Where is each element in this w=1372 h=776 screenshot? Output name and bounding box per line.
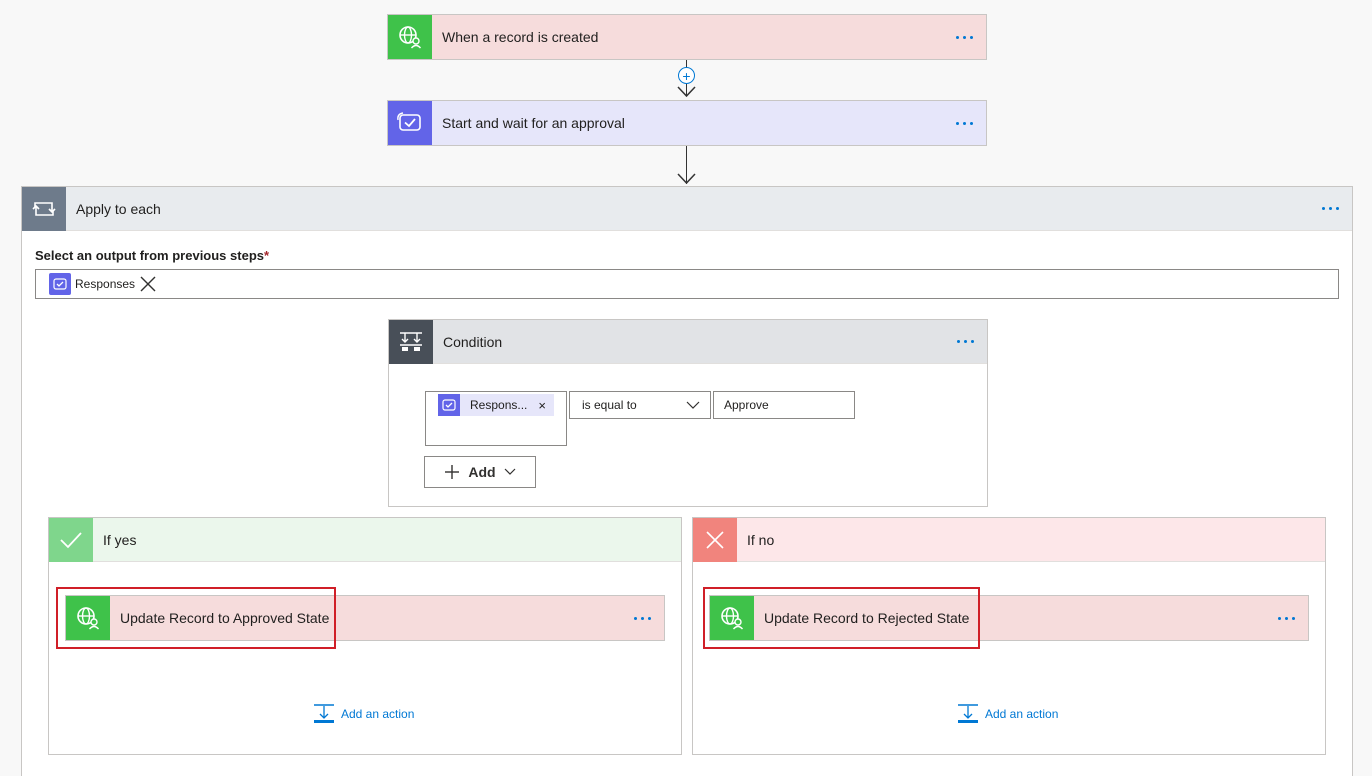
apply-to-each-header[interactable]: Apply to each <box>22 186 1352 231</box>
trigger-more-icon[interactable] <box>942 15 986 59</box>
approval-title: Start and wait for an approval <box>442 115 625 131</box>
approval-icon <box>388 101 432 145</box>
rejected-action-more-icon[interactable] <box>1264 596 1308 640</box>
if-no-branch: If no Update Record to Rejected State Ad… <box>692 517 1326 755</box>
condition-left-operand[interactable]: Respons... × <box>425 391 567 446</box>
approval-icon <box>438 394 460 416</box>
select-output-field[interactable]: Responses <box>35 269 1339 299</box>
condition-value-text: Approve <box>724 398 769 412</box>
condition-card: Condition Respons... × is equal to Appro… <box>388 319 988 507</box>
apply-to-each-container: Apply to each Select an output from prev… <box>21 186 1353 776</box>
if-yes-title: If yes <box>103 531 137 548</box>
if-no-add-action-link[interactable]: Add an action <box>957 704 1058 724</box>
if-yes-add-action-link[interactable]: Add an action <box>313 704 414 724</box>
add-action-icon <box>958 704 978 723</box>
condition-operator-dropdown[interactable]: is equal to <box>569 391 711 419</box>
remove-token-icon[interactable] <box>139 275 157 293</box>
approval-icon <box>49 273 71 295</box>
if-no-title: If no <box>747 531 775 548</box>
condition-operator-value: is equal to <box>582 398 637 412</box>
responses-token[interactable]: Responses <box>49 272 158 296</box>
arrow-down-icon <box>677 86 696 98</box>
loop-icon <box>22 186 66 231</box>
trigger-card[interactable]: When a record is created <box>387 14 987 60</box>
chevron-down-icon <box>504 468 516 475</box>
condition-more-icon[interactable] <box>943 320 987 364</box>
apply-to-each-title: Apply to each <box>76 200 161 217</box>
globe-person-icon <box>388 15 432 59</box>
arrow-down-icon <box>677 173 696 185</box>
if-yes-header[interactable]: If yes <box>49 517 681 562</box>
close-icon <box>693 517 737 562</box>
remove-token-icon[interactable]: × <box>538 398 554 413</box>
highlight-box <box>56 587 336 649</box>
if-yes-branch: If yes Update Record to Approved State A… <box>48 517 682 755</box>
approved-action-more-icon[interactable] <box>620 596 664 640</box>
condition-token-label: Respons... <box>470 398 528 412</box>
add-action-icon <box>314 704 334 723</box>
chevron-down-icon <box>686 401 700 409</box>
highlight-box <box>703 587 980 649</box>
if-yes-add-action-label: Add an action <box>341 707 415 721</box>
trigger-title: When a record is created <box>442 29 599 45</box>
approval-more-icon[interactable] <box>942 101 986 145</box>
responses-token[interactable]: Respons... × <box>438 394 554 416</box>
condition-value-input[interactable]: Approve <box>713 391 855 419</box>
condition-title: Condition <box>443 333 503 350</box>
condition-header[interactable]: Condition <box>389 319 987 364</box>
condition-icon <box>389 319 433 364</box>
select-output-label: Select an output from previous steps* <box>35 248 270 263</box>
apply-to-each-more-icon[interactable] <box>1308 187 1352 231</box>
if-no-header[interactable]: If no <box>693 517 1325 562</box>
plus-icon <box>445 465 460 479</box>
insert-step-plus-icon[interactable]: + <box>678 67 695 84</box>
add-condition-label: Add <box>468 464 496 480</box>
add-condition-button[interactable]: Add <box>424 456 536 488</box>
responses-token-label: Responses <box>75 277 136 291</box>
if-no-add-action-label: Add an action <box>985 707 1059 721</box>
approval-card[interactable]: Start and wait for an approval <box>387 100 987 146</box>
checkmark-icon <box>49 517 93 562</box>
